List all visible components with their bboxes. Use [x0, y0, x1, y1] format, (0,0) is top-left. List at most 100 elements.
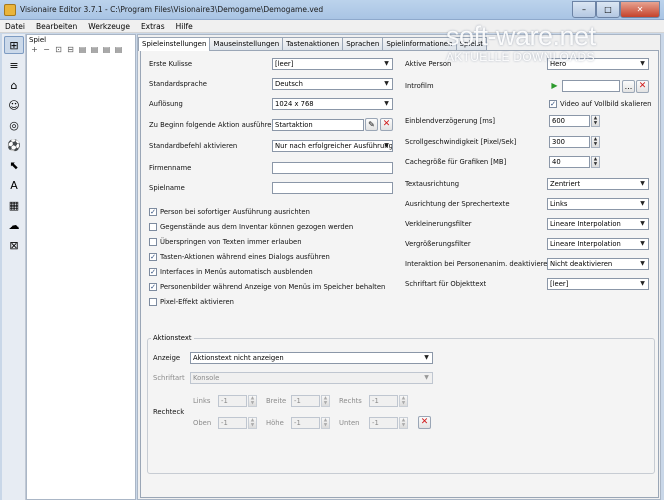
einblend-spinner[interactable]: ▲ ▼ [591, 115, 600, 127]
left-toolbar: ⊞ ≡ ⌂ ☺ ◎ ⚽ ⬉ A ▦ ☁ ⊠ [2, 34, 26, 500]
check-texte-ueberspringen-label: Überspringen von Texten immer erlauben [160, 238, 302, 246]
introfilm-label: Introfilm [405, 82, 434, 90]
verkleinerung-select[interactable]: Lineare Interpolation ▼ [547, 218, 649, 230]
add-item-icon[interactable]: + [30, 45, 39, 54]
tree-tool-icon-7[interactable]: ▤ [102, 45, 111, 54]
tree-tool-icon-3[interactable]: ⊡ [54, 45, 63, 54]
einblend-input[interactable]: 600 [549, 115, 590, 127]
aufloesung-label: Auflösung [149, 100, 183, 108]
sprechertexte-select[interactable]: Links ▼ [547, 198, 649, 210]
menu-bearbeiten[interactable]: Bearbeiten [36, 22, 77, 31]
tab-mauseinstellungen[interactable]: Mauseinstellungen [209, 37, 284, 50]
check-tasten-dialog-label: Tasten-Aktionen während eines Dialogs au… [160, 253, 330, 261]
scroll-input[interactable]: 300 [549, 136, 590, 148]
tree-tool-icon-6[interactable]: ▤ [90, 45, 99, 54]
einblend-label: Einblendverzögerung [ms] [405, 117, 496, 125]
check-person-ausrichten-label: Person bei sofortiger Ausführung ausrich… [160, 208, 310, 216]
rechts-spinner[interactable]: ▲ ▼ [399, 395, 408, 407]
play-icon[interactable]: ▶ [548, 80, 561, 93]
watermark-brand: soft-ware.net [446, 21, 596, 51]
rechts-input[interactable]: -1 [369, 395, 398, 407]
unten-spinner[interactable]: ▲ ▼ [399, 417, 408, 429]
chevron-down-icon: ▼ [384, 100, 389, 107]
cache-input[interactable]: 40 [549, 156, 590, 168]
tree-tool-icon-5[interactable]: ▤ [78, 45, 87, 54]
clear-action-button[interactable]: ✕ [380, 118, 393, 131]
check-interfaces-ausblenden[interactable]: ✓ [149, 268, 157, 276]
oben-spinner[interactable]: ▲ ▼ [248, 417, 257, 429]
minimize-button[interactable]: – [572, 1, 596, 18]
close-button[interactable]: ✕ [620, 1, 660, 18]
standardbefehl-label: Standardbefehl aktivieren [149, 142, 238, 150]
scenes-tool-icon[interactable]: ≡ [4, 56, 24, 74]
check-pixel-effekt[interactable] [149, 298, 157, 306]
check-tasten-dialog[interactable]: ✓ [149, 253, 157, 261]
home-icon[interactable]: ⌂ [4, 76, 24, 94]
oben-input[interactable]: -1 [218, 417, 247, 429]
interaktion-select[interactable]: Nicht deaktivieren ▼ [547, 258, 649, 270]
vergroesserung-label: Vergrößerungsfilter [405, 240, 471, 248]
hoehe-spinner[interactable]: ▲ ▼ [321, 417, 330, 429]
introfilm-field[interactable] [562, 80, 620, 92]
textausrichtung-select[interactable]: Zentriert ▼ [547, 178, 649, 190]
check-personenbilder-speicher-label: Personenbilder während Anzeige von Menüs… [160, 283, 386, 291]
schriftart-objekt-select[interactable]: [leer] ▼ [547, 278, 649, 290]
standardsprache-select[interactable]: Deutsch ▼ [272, 78, 393, 90]
firmenname-input[interactable] [272, 162, 393, 174]
aufloesung-select[interactable]: 1024 x 768 ▼ [272, 98, 393, 110]
menu-hilfe[interactable]: Hilfe [176, 22, 193, 31]
check-person-ausrichten[interactable]: ✓ [149, 208, 157, 216]
erste-kulisse-select[interactable]: [leer] ▼ [272, 58, 393, 70]
cursor-icon[interactable]: ⬉ [4, 156, 24, 174]
links-input[interactable]: -1 [218, 395, 247, 407]
spielname-label: Spielname [149, 184, 185, 192]
clear-rechteck-button[interactable]: ✕ [418, 416, 431, 429]
settings-content: Erste Kulisse [leer] ▼ Standardsprache De… [140, 50, 659, 498]
maximize-button[interactable]: □ [596, 1, 620, 18]
clear-introfilm-button[interactable]: ✕ [636, 80, 649, 93]
check-texte-ueberspringen[interactable] [149, 238, 157, 246]
chevron-down-icon: ▼ [384, 60, 389, 67]
scroll-spinner[interactable]: ▲ ▼ [591, 136, 600, 148]
tree-tool-icon-8[interactable]: ▤ [114, 45, 123, 54]
check-inventar-ziehen[interactable] [149, 223, 157, 231]
characters-icon[interactable]: ☺ [4, 96, 24, 114]
tree-toolbar: + − ⊡ ⊟ ▤ ▤ ▤ ▤ [28, 44, 134, 55]
check-video-vollbild-label: Video auf Vollbild skalieren [560, 100, 652, 108]
tab-tastenaktionen[interactable]: Tastenaktionen [282, 37, 344, 50]
beginn-aktion-field[interactable]: Startaktion [272, 119, 364, 131]
links-spinner[interactable]: ▲ ▼ [248, 395, 257, 407]
edit-action-button[interactable]: ✎ [365, 118, 378, 131]
schriftart-select[interactable]: Konsole ▼ [190, 372, 433, 384]
check-video-vollbild[interactable]: ✓ [549, 100, 557, 108]
hoehe-input[interactable]: -1 [291, 417, 320, 429]
title-bar: Visionaire Editor 3.7.1 - C:\Program Fil… [0, 0, 664, 20]
font-icon[interactable]: A [4, 176, 24, 194]
firmenname-label: Firmenname [149, 164, 192, 172]
breite-spinner[interactable]: ▲ ▼ [321, 395, 330, 407]
breite-input[interactable]: -1 [291, 395, 320, 407]
tree-panel: Spiel + − ⊡ ⊟ ▤ ▤ ▤ ▤ [26, 34, 136, 500]
tab-sprachen[interactable]: Sprachen [342, 37, 384, 50]
interfaces-icon[interactable]: ◎ [4, 116, 24, 134]
unten-input[interactable]: -1 [369, 417, 398, 429]
values-icon[interactable]: ▦ [4, 196, 24, 214]
browse-introfilm-button[interactable]: ... [622, 80, 635, 93]
menu-werkzeuge[interactable]: Werkzeuge [88, 22, 130, 31]
tab-spieleinstellungen[interactable]: Spieleinstellungen [138, 37, 211, 51]
spielname-input[interactable] [272, 182, 393, 194]
objects-icon[interactable]: ⚽ [4, 136, 24, 154]
anzeige-select[interactable]: Aktionstext nicht anzeigen ▼ [190, 352, 433, 364]
game-tool-icon[interactable]: ⊞ [4, 36, 24, 54]
check-personenbilder-speicher[interactable]: ✓ [149, 283, 157, 291]
cache-spinner[interactable]: ▲ ▼ [591, 156, 600, 168]
remove-item-icon[interactable]: − [42, 45, 51, 54]
dialogs-icon[interactable]: ⊠ [4, 236, 24, 254]
menu-datei[interactable]: Datei [5, 22, 25, 31]
particles-icon[interactable]: ☁ [4, 216, 24, 234]
menu-extras[interactable]: Extras [141, 22, 165, 31]
spin-down-icon: ▼ [593, 142, 598, 147]
standardbefehl-select[interactable]: Nur nach erfolgreicher Ausführung ▼ [272, 140, 393, 152]
vergroesserung-select[interactable]: Lineare Interpolation ▼ [547, 238, 649, 250]
tree-tool-icon-4[interactable]: ⊟ [66, 45, 75, 54]
